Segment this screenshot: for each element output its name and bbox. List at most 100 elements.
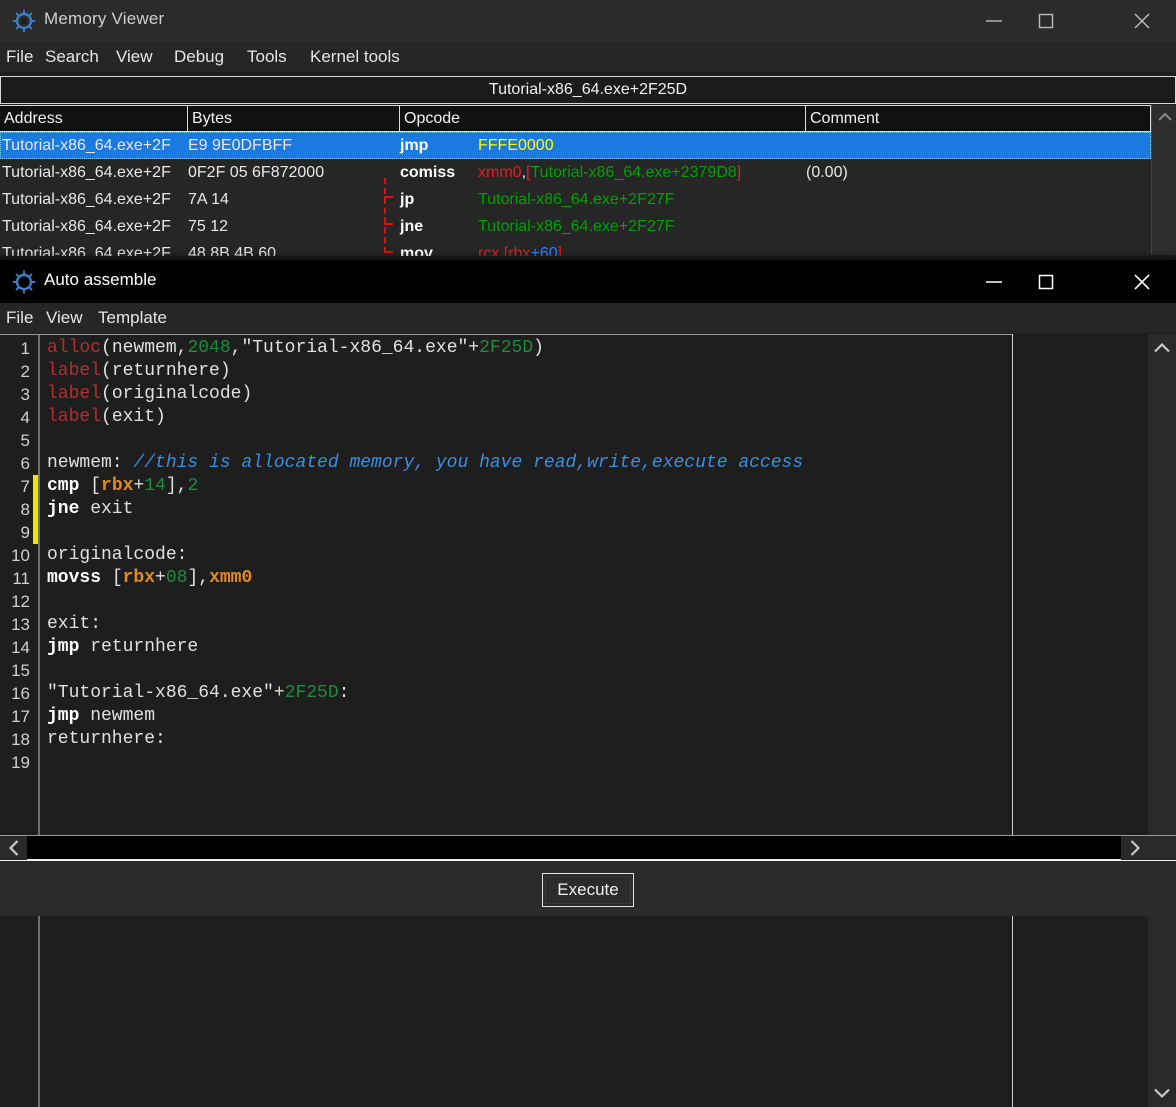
- code-line[interactable]: label(exit): [47, 406, 1016, 429]
- execute-button[interactable]: Execute: [542, 873, 634, 907]
- line-number: 14: [0, 636, 33, 659]
- menu-item-debug[interactable]: Debug: [172, 44, 226, 70]
- code-line[interactable]: exit:: [47, 613, 1016, 636]
- row-address: Tutorial-x86_64.exe+2F: [2, 213, 186, 240]
- chevron-down-icon[interactable]: [1148, 1079, 1176, 1107]
- line-number: 18: [0, 728, 33, 751]
- row-address: Tutorial-x86_64.exe+2F: [2, 186, 186, 213]
- line-number: 11: [0, 567, 33, 590]
- line-number: 12: [0, 590, 33, 613]
- table-row[interactable]: Tutorial-x86_64.exe+2FE9 9E0DFBFFjmpFFFE…: [0, 132, 1151, 159]
- table-row[interactable]: Tutorial-x86_64.exe+2F0F2F 05 6F872000co…: [0, 159, 1151, 186]
- auto-assemble-editor[interactable]: 12345678910111213141516171819 alloc(newm…: [0, 334, 1176, 1107]
- gutter-separator: [38, 335, 40, 1107]
- code-line[interactable]: jmp newmem: [47, 705, 1016, 728]
- line-number: 16: [0, 682, 33, 705]
- minimize-icon[interactable]: [968, 0, 1020, 42]
- memory-viewer-menubar: File Search View Debug Tools Kernel tool…: [0, 42, 1176, 72]
- chevron-right-icon[interactable]: [1121, 836, 1148, 860]
- code-line[interactable]: movss [rbx+08],xmm0: [47, 567, 1016, 590]
- editor-right-pane: [1013, 334, 1148, 1107]
- row-operands: rcx,[rbx+60]: [478, 240, 562, 256]
- line-number: 6: [0, 452, 33, 475]
- line-number: 17: [0, 705, 33, 728]
- code-line[interactable]: jne exit: [47, 498, 1016, 521]
- table-row[interactable]: Tutorial-x86_64.exe+2F7A 14jpTutorial-x8…: [0, 186, 1151, 213]
- editor-vertical-scrollbar[interactable]: [1148, 334, 1176, 1107]
- code-text-area[interactable]: alloc(newmem,2048,"Tutorial-x86_64.exe"+…: [47, 335, 1016, 1107]
- code-line[interactable]: jmp returnhere: [47, 636, 1016, 659]
- menu-item-kernel-tools[interactable]: Kernel tools: [308, 44, 402, 70]
- line-number: 1: [0, 337, 33, 360]
- code-line[interactable]: [47, 751, 1016, 774]
- line-number: 3: [0, 383, 33, 406]
- code-line[interactable]: [47, 521, 1016, 544]
- code-line[interactable]: "Tutorial-x86_64.exe"+2F25D:: [47, 682, 1016, 705]
- row-bytes: E9 9E0DFBFF: [188, 132, 396, 159]
- cheat-engine-icon: [12, 9, 36, 33]
- row-bytes: 48 8B 4B 60: [188, 240, 396, 256]
- maximize-icon[interactable]: [1020, 0, 1072, 42]
- disassembly-list[interactable]: Tutorial-x86_64.exe+2FE9 9E0DFBFFjmpFFFE…: [0, 132, 1151, 256]
- line-number: 9: [0, 521, 33, 544]
- row-address: Tutorial-x86_64.exe+2F: [2, 240, 186, 256]
- column-header-comment[interactable]: Comment: [806, 106, 1151, 131]
- line-number: 7: [0, 475, 33, 498]
- aa-menu-item-template[interactable]: Template: [96, 305, 169, 331]
- aa-menu-item-file[interactable]: File: [4, 305, 35, 331]
- line-number: 19: [0, 751, 33, 774]
- auto-assemble-title: Auto assemble: [44, 270, 156, 290]
- editor-horizontal-scrollbar[interactable]: [0, 835, 1176, 861]
- code-line[interactable]: returnhere:: [47, 728, 1016, 751]
- chevron-left-icon[interactable]: [0, 836, 27, 860]
- code-line[interactable]: label(originalcode): [47, 383, 1016, 406]
- maximize-icon[interactable]: [1020, 260, 1072, 303]
- table-row[interactable]: Tutorial-x86_64.exe+2F48 8B 4B 60movrcx,…: [0, 240, 1151, 256]
- code-line[interactable]: label(returnhere): [47, 360, 1016, 383]
- line-number: 15: [0, 659, 33, 682]
- menu-item-file[interactable]: File: [4, 44, 35, 70]
- row-operands: FFFE0000: [478, 132, 554, 159]
- table-row[interactable]: Tutorial-x86_64.exe+2F75 12jneTutorial-x…: [0, 213, 1151, 240]
- scrollbar-corner: [1148, 836, 1176, 860]
- column-header-opcode[interactable]: Opcode: [400, 106, 806, 131]
- code-line[interactable]: cmp [rbx+14],2: [47, 475, 1016, 498]
- row-address: Tutorial-x86_64.exe+2F: [2, 132, 186, 159]
- code-line[interactable]: [47, 429, 1016, 452]
- line-number: 10: [0, 544, 33, 567]
- disassembly-vertical-scrollbar[interactable]: [1151, 105, 1176, 255]
- close-icon[interactable]: [1108, 260, 1176, 303]
- auto-assemble-window: Auto assemble File View Template 1234567…: [0, 260, 1176, 916]
- auto-assemble-footer: Execute: [0, 861, 1176, 916]
- code-line[interactable]: [47, 659, 1016, 682]
- chevron-up-icon[interactable]: [1148, 334, 1176, 362]
- memory-viewer-title: Memory Viewer: [44, 9, 164, 29]
- row-operands: Tutorial-x86_64.exe+2F27F: [478, 186, 674, 213]
- menu-item-tools[interactable]: Tools: [245, 44, 289, 70]
- auto-assemble-menubar: File View Template: [0, 303, 1176, 333]
- memory-viewer-address-bar[interactable]: Tutorial-x86_64.exe+2F25D: [0, 76, 1176, 104]
- line-number: 13: [0, 613, 33, 636]
- minimize-icon[interactable]: [968, 260, 1020, 303]
- code-line[interactable]: alloc(newmem,2048,"Tutorial-x86_64.exe"+…: [47, 337, 1016, 360]
- close-icon[interactable]: [1108, 0, 1176, 42]
- menu-item-search[interactable]: Search: [43, 44, 101, 70]
- current-address-label: Tutorial-x86_64.exe+2F25D: [489, 81, 687, 99]
- row-bytes: 0F2F 05 6F872000: [188, 159, 396, 186]
- auto-assemble-titlebar: Auto assemble: [0, 260, 1176, 303]
- row-bytes: 75 12: [188, 213, 396, 240]
- chevron-up-icon[interactable]: [1152, 105, 1176, 129]
- line-number-gutter: 12345678910111213141516171819: [0, 335, 33, 1107]
- column-header-bytes[interactable]: Bytes: [188, 106, 400, 131]
- code-line[interactable]: originalcode:: [47, 544, 1016, 567]
- row-operands: Tutorial-x86_64.exe+2F27F: [478, 213, 674, 240]
- cheat-engine-icon: [12, 270, 36, 294]
- line-number: 5: [0, 429, 33, 452]
- row-operands: xmm0,[Tutorial-x86_64.exe+2379D8]: [478, 159, 741, 186]
- menu-item-view[interactable]: View: [114, 44, 155, 70]
- code-line[interactable]: newmem: //this is allocated memory, you …: [47, 452, 1016, 475]
- column-header-address[interactable]: Address: [0, 106, 188, 131]
- code-line[interactable]: [47, 590, 1016, 613]
- memory-viewer-titlebar: Memory Viewer: [0, 0, 1176, 42]
- aa-menu-item-view[interactable]: View: [44, 305, 85, 331]
